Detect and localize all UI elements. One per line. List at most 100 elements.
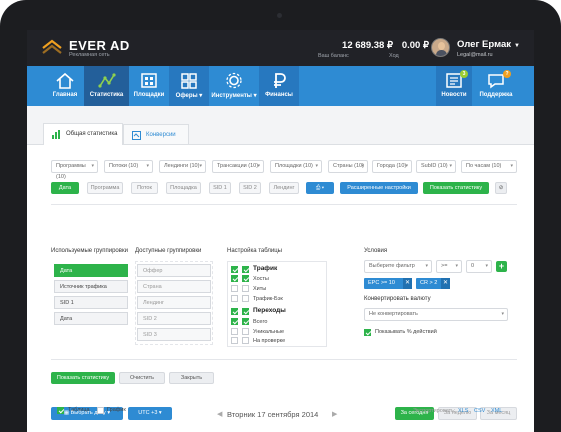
nav-item-support[interactable]: Поддержка ? <box>474 66 518 106</box>
nav-item-news[interactable]: Новости 3 <box>436 66 472 106</box>
filter-hours[interactable]: По часам (10) ▾ <box>461 160 517 173</box>
avatar[interactable] <box>431 38 450 57</box>
conditions-title: Условия <box>364 248 388 254</box>
show-percent-checkbox[interactable] <box>364 329 371 336</box>
clear-button[interactable]: Очистить <box>119 372 165 384</box>
grouping-pill-sid2[interactable]: SID 2 <box>239 182 261 194</box>
tab-bar: Общая статистика Конверсии <box>27 106 534 146</box>
available-grouping-item[interactable]: SID 2 <box>137 312 211 325</box>
filter-label: По часам (10) <box>466 163 502 169</box>
close-icon[interactable]: ✕ <box>403 278 412 289</box>
close-icon[interactable]: ✕ <box>441 278 450 289</box>
filter-sites[interactable]: Площадки (10) ▾ <box>270 160 322 173</box>
filter-transactions[interactable]: Трансакции (10) ▾ <box>212 160 264 173</box>
checkbox-hosts-b[interactable] <box>242 275 249 282</box>
filter-label: Города (10) <box>377 163 407 169</box>
condition-tag: CR > 2 ✕ <box>416 278 450 289</box>
available-grouping-item[interactable]: Оффер <box>137 264 211 277</box>
available-grouping-item[interactable]: SID 3 <box>137 328 211 341</box>
chevron-down-icon: ▾ <box>146 163 149 169</box>
export-csv-link[interactable]: CSV <box>474 408 485 414</box>
print-dropdown-button[interactable]: ⎙ ▾ <box>306 182 334 194</box>
checkbox-clicks-group[interactable] <box>231 308 238 315</box>
export-xml-link[interactable]: XML <box>491 408 502 414</box>
used-grouping-item[interactable]: Дата <box>54 264 128 277</box>
plus-icon: + <box>498 261 505 271</box>
checkbox-hits-a[interactable] <box>231 285 238 292</box>
used-grouping-item[interactable]: SID 1 <box>54 296 128 309</box>
available-groupings-title: Доступные группировки <box>135 248 202 254</box>
user-menu[interactable]: Олег Ермак ▼ <box>457 39 520 50</box>
filter-cities[interactable]: Города (10) ▾ <box>372 160 412 173</box>
checkbox-trafficback-a[interactable] <box>231 295 238 302</box>
show-percent-label: Показывать % действий <box>375 329 437 335</box>
filter-landings[interactable]: Лендинги (10) ▾ <box>159 160 206 173</box>
show-statistics-button[interactable]: Показать статистику <box>51 372 115 384</box>
filter-subid[interactable]: SubID (10) ▾ <box>416 160 456 173</box>
condition-operator-select[interactable]: >= ▾ <box>436 260 462 273</box>
cancel-circle-button[interactable]: ⊘ <box>495 182 507 194</box>
chevron-down-icon: ▾ <box>199 163 202 169</box>
clicks-option: На проверке <box>253 338 286 344</box>
checkbox-total-a[interactable] <box>231 318 238 325</box>
income-label: Ход <box>389 53 399 59</box>
tab-general-statistics[interactable]: Общая статистика <box>43 123 123 146</box>
tab-conversions[interactable]: Конверсии <box>123 124 189 145</box>
checkbox-hits-b[interactable] <box>242 285 249 292</box>
graph-view-checkbox[interactable] <box>97 407 104 414</box>
available-grouping-item[interactable]: Страна <box>137 280 211 293</box>
checkbox-clicks-group-2[interactable] <box>242 308 249 315</box>
next-day-icon[interactable]: ▶ <box>332 410 337 418</box>
timezone-select[interactable]: UTC +3 ▾ <box>128 407 172 420</box>
nav-item-tools[interactable]: Инструменты ▾ <box>209 66 259 106</box>
used-groupings-title: Используемые группировки <box>51 248 128 254</box>
filter-label: Площадки (10) <box>275 163 313 169</box>
checkbox-pending-b[interactable] <box>242 337 249 344</box>
brand-name: EVER AD <box>69 38 130 53</box>
checkbox-pending-a[interactable] <box>231 337 238 344</box>
filter-streams[interactable]: Потоки (10) ▾ <box>104 160 153 173</box>
checkbox-traffic-group[interactable] <box>231 266 238 273</box>
grouping-pill-sid1[interactable]: SID 1 <box>209 182 231 194</box>
app-screen: EVER AD Рекламная сеть 12 689.38 ₽ Ваш б… <box>27 30 534 432</box>
table-view-checkbox[interactable] <box>57 407 64 414</box>
grouping-pill-program[interactable]: Программа <box>87 182 123 194</box>
checkbox-trafficback-b[interactable] <box>242 295 249 302</box>
conversions-icon <box>132 131 141 140</box>
nav-item-statistics[interactable]: Статистика <box>84 66 129 106</box>
checkbox-unique-b[interactable] <box>242 328 249 335</box>
used-grouping-item[interactable]: Источник трафика <box>54 280 128 293</box>
advanced-settings-button[interactable]: Расширенные настройки <box>340 182 418 194</box>
grouping-pill-stream[interactable]: Поток <box>131 182 158 194</box>
nav-item-finance[interactable]: Финансы <box>259 66 299 106</box>
condition-filter-select[interactable]: Выберите фильтр ▾ <box>364 260 432 273</box>
nav-item-sites[interactable]: Площадки <box>129 66 169 106</box>
grouping-pill-date[interactable]: Дата <box>51 182 79 194</box>
nav-item-offers[interactable]: Оферы ▾ <box>169 66 209 106</box>
checkbox-unique-a[interactable] <box>231 328 238 335</box>
filter-programs[interactable]: Программы (10) ▾ <box>51 160 98 180</box>
user-name: Олег Ермак <box>457 39 512 50</box>
grouping-pill-site[interactable]: Площадка <box>166 182 201 194</box>
filter-countries[interactable]: Страны (10) ▾ <box>328 160 368 173</box>
chevron-down-icon: ▾ <box>157 410 162 416</box>
export-xls-link[interactable]: XLS <box>458 408 468 414</box>
table-view-label: Таблица <box>68 407 90 413</box>
grouping-pill-landing[interactable]: Лендинг <box>269 182 299 194</box>
chevron-down-icon: ▾ <box>257 163 260 169</box>
nav-item-home[interactable]: Главная <box>46 66 84 106</box>
condition-value-input[interactable]: 0 ▾ <box>466 260 492 273</box>
prev-day-icon[interactable]: ◀ <box>217 410 222 418</box>
available-grouping-item[interactable]: Лендинг <box>137 296 211 309</box>
checkbox-total-b[interactable] <box>242 318 249 325</box>
add-condition-button[interactable]: + <box>496 261 507 272</box>
checkbox-traffic-group-2[interactable] <box>242 266 249 273</box>
currency-select[interactable]: Не конвертировать ▾ <box>364 308 508 321</box>
close-button[interactable]: Закрыть <box>169 372 214 384</box>
filter-label: Страны (10) <box>333 163 364 169</box>
used-grouping-item[interactable]: Дата <box>54 312 128 325</box>
show-statistics-top-button[interactable]: Показать статистику <box>423 182 489 194</box>
statistics-icon <box>97 73 116 88</box>
traffic-title: Трафик <box>253 265 278 272</box>
checkbox-hosts-a[interactable] <box>231 275 238 282</box>
